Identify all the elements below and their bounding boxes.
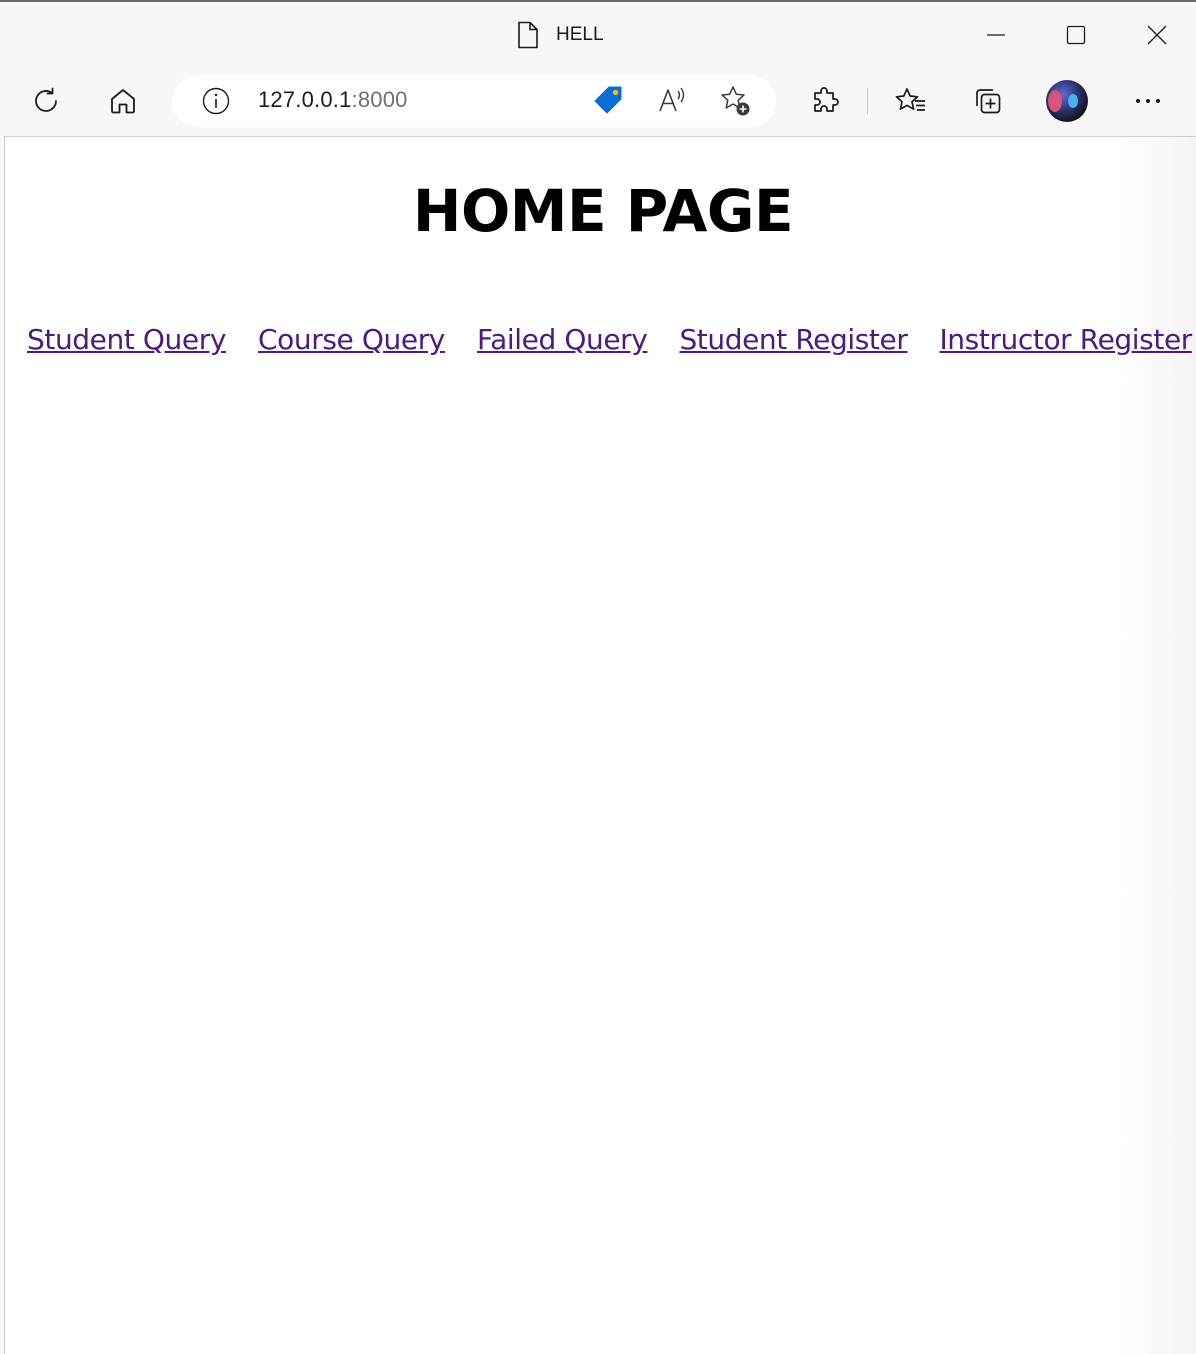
minimize-button[interactable] (966, 10, 1026, 60)
link-student-query[interactable]: Student Query (27, 323, 226, 356)
refresh-icon (31, 86, 61, 116)
more-button[interactable] (1125, 78, 1171, 124)
toolbar-divider (867, 88, 868, 114)
tab-title: HELL (556, 24, 604, 45)
tab[interactable]: HELL (516, 18, 604, 52)
extensions-icon (810, 86, 840, 116)
link-course-query[interactable]: Course Query (258, 323, 445, 356)
url-host: 127.0.0.1 (258, 87, 352, 112)
url-port: :8000 (351, 87, 408, 112)
more-icon (1134, 96, 1162, 106)
page-title: HOME PAGE (412, 177, 794, 245)
address-bar[interactable]: 127.0.0.1:8000 (172, 75, 776, 127)
profile-avatar[interactable] (1046, 80, 1088, 122)
read-aloud-icon[interactable] (654, 83, 690, 119)
home-button[interactable] (100, 78, 146, 124)
collections-button[interactable] (965, 78, 1011, 124)
close-button[interactable] (1127, 10, 1187, 60)
close-icon (1147, 25, 1167, 45)
info-icon[interactable] (200, 85, 232, 117)
link-student-register[interactable]: Student Register (679, 323, 907, 356)
favorites-button[interactable] (888, 78, 934, 124)
link-instructor-register[interactable]: Instructor Register (939, 323, 1192, 356)
url-text[interactable]: 127.0.0.1:8000 (258, 87, 408, 113)
home-icon (108, 86, 138, 116)
nav-links: Student Query Course Query Failed Query … (27, 323, 1192, 356)
browser-window: HELL 127.0.0.1:8000 HOME PAGE Student Qu… (0, 0, 1196, 1354)
refresh-button[interactable] (23, 78, 69, 124)
shopping-tag-icon[interactable] (590, 83, 626, 119)
page-viewport: HOME PAGE Student Query Course Query Fai… (4, 136, 1196, 1354)
link-failed-query[interactable]: Failed Query (477, 323, 648, 356)
add-favorite-icon[interactable] (718, 83, 754, 119)
collections-icon (972, 85, 1004, 117)
page-icon (516, 21, 540, 49)
title-bar: HELL (0, 2, 1196, 68)
minimize-icon (986, 25, 1006, 45)
maximize-icon (1066, 25, 1086, 45)
toolbar: 127.0.0.1:8000 (0, 68, 1196, 134)
maximize-button[interactable] (1046, 10, 1106, 60)
favorites-icon (895, 86, 927, 116)
extensions-button[interactable] (802, 78, 848, 124)
